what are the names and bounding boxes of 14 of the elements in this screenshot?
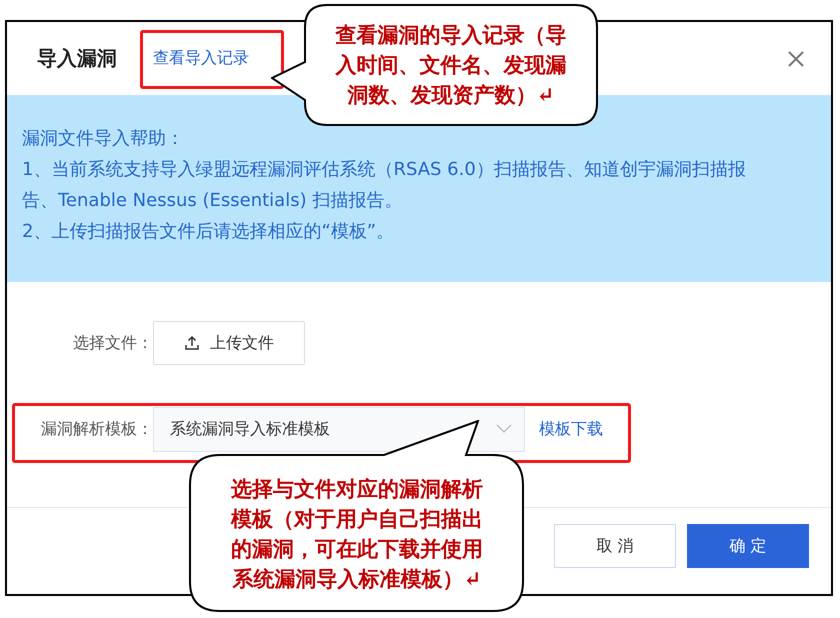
callout-text: 选择与文件对应的漏洞解析模板（对于用户自己扫描出的漏洞，可在此下载并使用系统漏洞导入标准模板）↵ [230, 476, 484, 593]
template-select[interactable]: 系统漏洞导入标准模板 [153, 406, 525, 452]
cancel-button[interactable]: 取 消 [554, 524, 676, 568]
template-download-link[interactable]: 模板下载 [539, 418, 603, 440]
import-records-link[interactable]: 查看导入记录 [153, 48, 249, 69]
callout-text: 查看漏洞的导入记录（导入时间、文件名、发现漏洞数、发现资产数）↵ [334, 22, 568, 109]
confirm-button[interactable]: 确 定 [687, 524, 809, 568]
field-label: 选择文件： [72, 332, 153, 354]
upload-button[interactable]: 上传文件 [153, 321, 305, 365]
help-title: 漏洞文件导入帮助： [22, 127, 185, 151]
field-label: 漏洞解析模板： [40, 418, 153, 440]
dialog-title: 导入漏洞 [37, 45, 117, 72]
help-text: 2、上传扫描报告文件后请选择相应的“模板”。 [22, 220, 396, 244]
help-text: 1、当前系统支持导入绿盟远程漏洞评估系统（RSAS 6.0）扫描报告、知道创宇漏洞扫描报告、Tenable Nessus (Essentials) 扫描报告。 [22, 158, 747, 213]
